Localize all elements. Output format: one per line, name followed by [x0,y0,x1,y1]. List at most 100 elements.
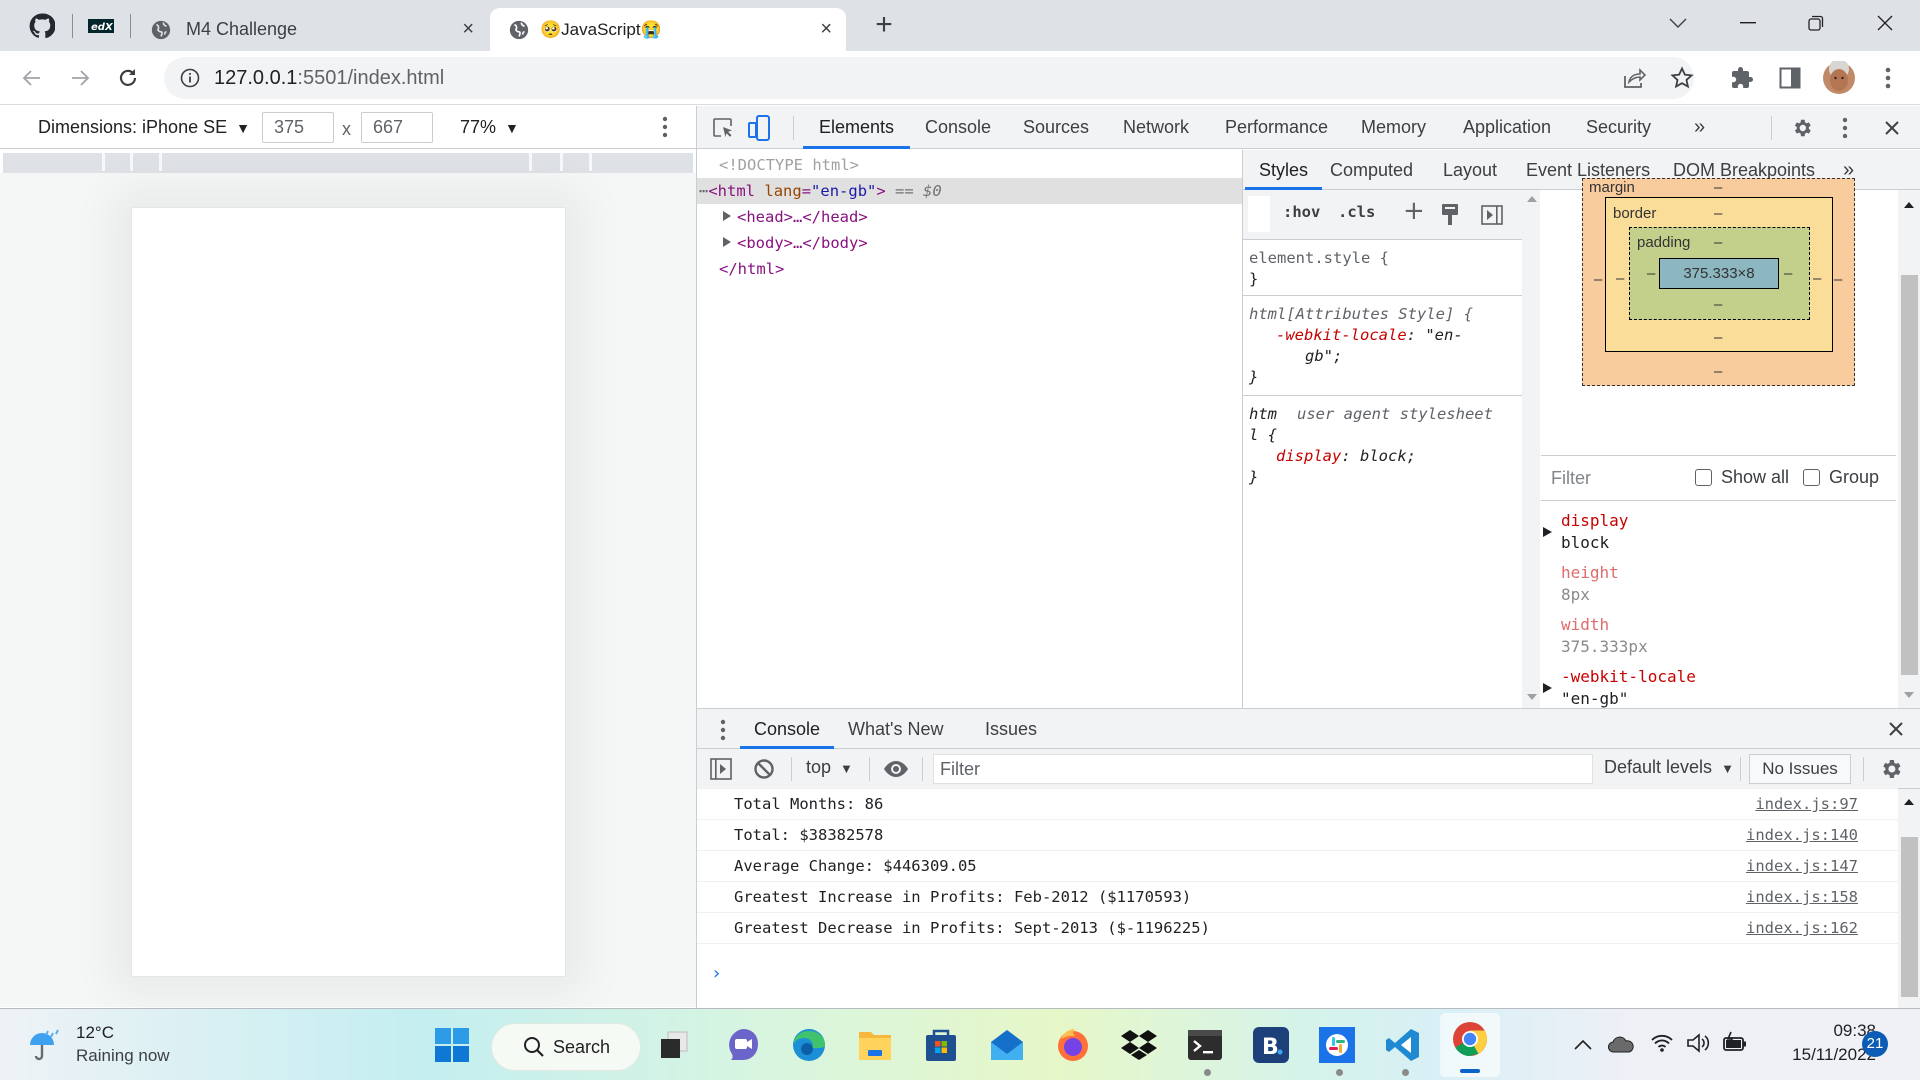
property-value[interactable]: : block; [1341,447,1416,465]
tab-sources[interactable]: Sources [1023,106,1089,149]
html-node-selected[interactable]: ⋯<html lang="en-gb"> == $0 [697,178,1242,204]
inspect-element-button[interactable] [709,114,737,142]
padding-left-value[interactable]: – [1647,265,1655,282]
tab-memory[interactable]: Memory [1361,106,1426,149]
console-prompt[interactable]: › [711,963,722,984]
user-agent-rule[interactable]: htm user agent stylesheet l { display: bl… [1249,404,1519,488]
tab-performance[interactable]: Performance [1225,106,1328,149]
expand-triangle-icon[interactable] [723,211,731,221]
computed-property[interactable]: -webkit-locale "en-gb" [1543,666,1696,710]
console-source-link[interactable]: index.js:140 [1746,826,1858,844]
side-panel-button[interactable] [1774,62,1806,94]
forward-button[interactable] [64,62,96,94]
margin-bottom-value[interactable]: – [1714,363,1722,380]
close-tab-button[interactable]: × [820,18,832,41]
padding-bottom-value[interactable]: – [1714,296,1722,313]
scroll-down-arrow-icon[interactable] [1527,694,1537,700]
show-all-checkbox[interactable]: Show all [1695,467,1789,488]
element-style-rule[interactable]: element.style { } [1249,248,1519,290]
media-query-marker[interactable] [102,153,105,171]
checkbox-icon[interactable] [1803,469,1820,486]
tab-application[interactable]: Application [1463,106,1551,149]
taskbar-app-booking[interactable]: B [1247,1021,1295,1069]
chrome-menu-button[interactable] [1872,62,1904,94]
close-devtools-button[interactable] [1878,114,1906,142]
border-right-value[interactable]: – [1813,270,1821,287]
taskbar-app-firefox[interactable] [1049,1021,1097,1069]
scrollbar-thumb[interactable] [1901,837,1918,997]
reload-button[interactable] [112,62,144,94]
scroll-down-arrow-icon[interactable] [1904,692,1914,698]
restore-button[interactable] [1796,8,1836,38]
group-checkbox[interactable]: Group [1803,467,1879,488]
margin-right-value[interactable]: – [1834,271,1842,288]
console-scrollbar[interactable] [1898,789,1920,1009]
emulated-page[interactable] [131,207,566,977]
tab-security[interactable]: Security [1586,106,1651,149]
margin-top-value[interactable]: – [1714,179,1722,196]
padding-right-value[interactable]: – [1784,265,1792,282]
media-query-marker[interactable] [529,153,532,171]
taskbar-app-dropbox[interactable] [1115,1021,1163,1069]
onedrive-cloud-icon[interactable] [1608,1035,1634,1053]
tab-styles[interactable]: Styles [1244,150,1323,190]
scroll-up-arrow-icon[interactable] [1904,202,1914,208]
box-padding[interactable]: padding – – – – 375.333×8 [1629,227,1810,320]
taskbar-app-store[interactable] [917,1021,965,1069]
border-bottom-value[interactable]: – [1714,329,1722,346]
media-query-bar[interactable] [3,153,693,173]
device-options-button[interactable] [662,116,668,138]
drawer-menu-button[interactable] [720,719,726,741]
expand-triangle-icon[interactable] [1543,683,1552,693]
tab-search-button[interactable] [1658,8,1698,38]
more-tabs-button[interactable]: » [1694,106,1705,149]
close-tab-button[interactable]: × [462,18,474,41]
paint-brush-icon[interactable] [1440,203,1460,227]
taskbar-search[interactable]: Search [492,1024,640,1070]
taskbar-app-meet[interactable] [719,1021,767,1069]
close-window-button[interactable] [1865,8,1905,38]
drawer-tab-whats-new[interactable]: What's New [848,709,943,749]
share-icon[interactable] [1622,66,1646,90]
task-view-button[interactable] [650,1021,698,1069]
tab-javascript[interactable]: 🥺 JavaScript 😭 × [490,8,846,51]
padding-top-value[interactable]: – [1714,234,1722,251]
computed-property[interactable]: width 375.333px [1561,614,1648,658]
tab-network[interactable]: Network [1123,106,1189,149]
volume-icon[interactable] [1686,1033,1712,1053]
scroll-up-arrow-icon[interactable] [1527,196,1537,202]
hover-state-toggle[interactable]: :hov [1283,203,1320,221]
zoom-select[interactable]: 77% ▼ [460,117,519,138]
weather-widget[interactable]: 12°C Raining now [26,1021,256,1069]
html-close-node[interactable]: </html> [719,256,784,282]
computed-property[interactable]: display block [1543,510,1628,554]
drawer-tab-console[interactable]: Console [739,709,835,749]
start-button[interactable] [428,1021,476,1069]
taskbar-app-mail[interactable] [983,1021,1031,1069]
taskbar-clock[interactable]: 09:38 15/11/2022 [1766,1019,1876,1067]
box-border[interactable]: border – – – – padding – – – – 375.333×8 [1605,197,1833,352]
console-source-link[interactable]: index.js:158 [1746,888,1858,906]
taskbar-app-slack[interactable] [1313,1021,1361,1069]
height-input[interactable]: 667 [361,112,433,143]
computed-filter-input[interactable]: Filter [1551,468,1591,489]
profile-avatar[interactable] [1822,61,1856,95]
minimize-button[interactable] [1728,8,1768,38]
computed-scrollbar[interactable] [1898,190,1920,708]
border-left-value[interactable]: – [1616,270,1624,287]
tab-elements[interactable]: Elements [802,106,911,149]
taskbar-app-edge[interactable] [785,1021,833,1069]
node-actions-icon[interactable]: ⋯ [699,182,708,200]
address-bar[interactable]: 127.0.0.1:5501/index.html [164,57,1694,99]
chevron-up-icon[interactable] [1574,1039,1592,1051]
media-query-marker[interactable] [130,153,133,171]
box-content-size[interactable]: 375.333×8 [1659,258,1779,289]
body-node[interactable]: <body>…</body> [723,230,868,256]
extensions-button[interactable] [1726,62,1758,94]
new-style-rule-button[interactable]: + [1403,196,1425,226]
new-tab-button[interactable]: + [866,10,902,42]
bookmark-star-icon[interactable] [1670,66,1694,90]
tab-console[interactable]: Console [925,106,991,149]
console-source-link[interactable]: index.js:147 [1746,857,1858,875]
tab-m4-challenge[interactable]: M4 Challenge × [132,8,488,51]
